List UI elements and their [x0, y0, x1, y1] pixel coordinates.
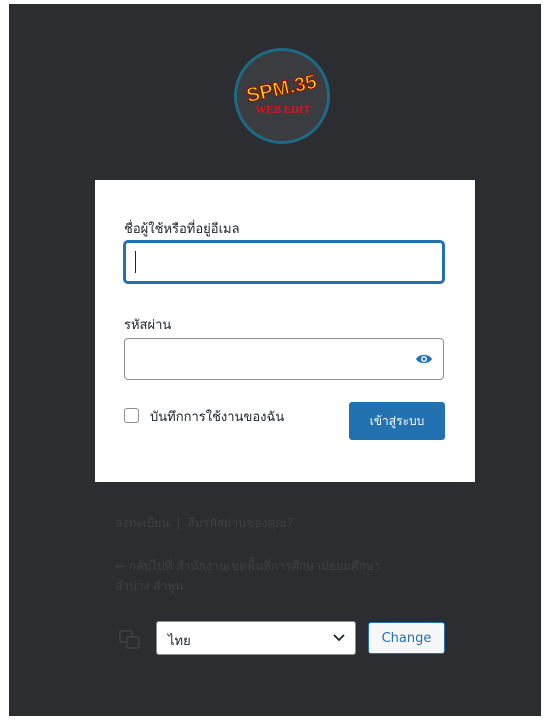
text-cursor — [135, 251, 136, 273]
login-form: ชื่อผู้ใช้หรือที่อยู่อีเมล รหัสผ่าน บันท… — [95, 180, 475, 482]
change-language-button[interactable]: Change — [368, 622, 445, 654]
username-input[interactable] — [124, 241, 444, 283]
username-label: ชื่อผู้ใช้หรือที่อยู่อีเมล — [124, 222, 240, 237]
login-button[interactable]: เข้าสู่ระบบ — [349, 402, 445, 440]
chevron-down-icon — [333, 634, 345, 642]
register-link[interactable]: ลงทะเบียน — [115, 516, 170, 530]
password-input[interactable] — [124, 338, 444, 380]
site-logo[interactable]: SPM.35 WEB EDIT — [234, 48, 330, 144]
language-select-value: ไทย — [168, 634, 191, 649]
eye-icon[interactable] — [415, 352, 433, 366]
remember-me-label[interactable]: บันทึกการใช้งานของฉัน — [150, 406, 284, 427]
back-to-site-link[interactable]: ← กลับไปที่ สำนักงานเขตพื้นที่การศึกษามั… — [115, 556, 405, 596]
logo-line-1: SPM.35 — [244, 71, 318, 107]
language-select[interactable]: ไทย — [156, 621, 356, 655]
logo-line-2: WEB EDIT — [255, 104, 311, 116]
link-separator: | — [176, 516, 181, 530]
logo-graphic: SPM.35 WEB EDIT — [244, 70, 319, 116]
remember-me-checkbox[interactable] — [124, 408, 139, 423]
password-label: รหัสผ่าน — [124, 318, 172, 333]
auth-links: ลงทะเบียน | ลืมรหัสผ่านของคุณ? — [115, 514, 293, 533]
translation-icon — [119, 630, 140, 649]
login-page: SPM.35 WEB EDIT ชื่อผู้ใช้หรือที่อยู่อีเ… — [9, 4, 541, 716]
lost-password-link[interactable]: ลืมรหัสผ่านของคุณ? — [187, 516, 293, 530]
